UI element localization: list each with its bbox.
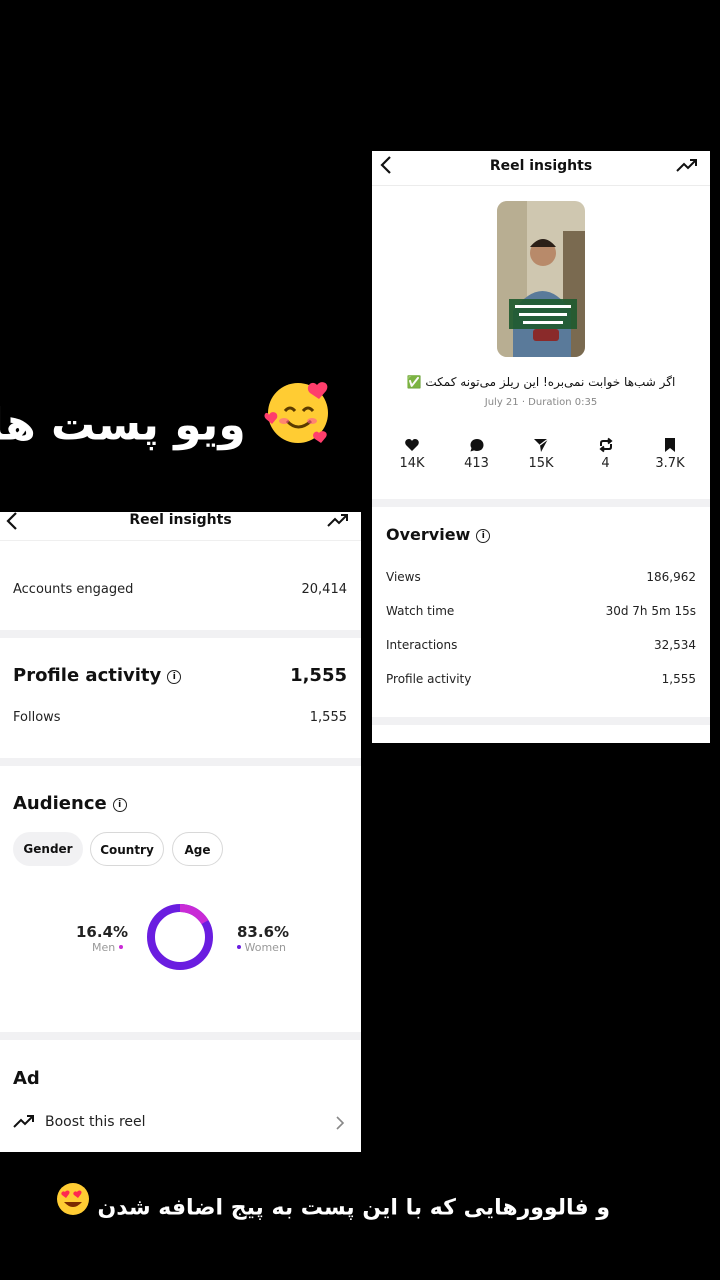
row-label: Follows <box>13 710 61 725</box>
overview-row-profile-activity: Profile activity 1,555 <box>386 672 696 692</box>
profile-activity-total: 1,555 <box>290 665 347 686</box>
overview-row-interactions: Interactions 32,534 <box>386 638 696 658</box>
smiling-face-with-hearts-icon <box>261 375 335 480</box>
likes-metric: 14K <box>382 437 442 477</box>
page-title: Reel insights <box>129 512 232 528</box>
heart-icon <box>405 439 419 451</box>
saves-metric: 3.7K <box>640 437 700 477</box>
women-label: Women <box>237 941 286 954</box>
tab-country[interactable]: Country <box>90 832 164 866</box>
reel-caption: اگر شب‌ها خوابت نمی‌بره! این ریلز می‌تون… <box>406 375 676 389</box>
engagement-metrics: 14K 413 15K 4 3.7K <box>382 437 700 477</box>
men-label: Men <box>92 941 123 954</box>
overlay-caption-bottom-text: و فالوورهایی که با این پست به پیج اضافه … <box>97 1195 610 1221</box>
section-title-text: Profile activity <box>13 665 162 686</box>
tab-gender[interactable]: Gender <box>13 832 83 866</box>
comment-icon <box>470 439 483 452</box>
row-label: Views <box>386 570 421 584</box>
row-value: 32,534 <box>654 638 696 652</box>
profile-activity-title: Profile activity i <box>13 665 182 686</box>
divider <box>0 1032 361 1040</box>
trending-icon <box>13 1115 34 1128</box>
reel-thumbnail[interactable] <box>497 201 585 357</box>
reposts-metric: 4 <box>576 437 636 477</box>
chevron-right-icon[interactable] <box>335 1115 345 1131</box>
reel-insights-card-left: Reel insights Accounts engaged 20,414 Pr… <box>0 512 361 1152</box>
overview-row-watch-time: Watch time 30d 7h 5m 15s <box>386 604 696 624</box>
share-icon <box>534 438 549 452</box>
shares-metric: 15K <box>511 437 571 477</box>
overlay-caption-bottom: و فالوورهایی که با این پست به پیج اضافه … <box>56 1182 610 1232</box>
row-value: 30d 7h 5m 15s <box>605 604 696 618</box>
boost-label: Boost this reel <box>45 1114 146 1130</box>
trending-icon[interactable] <box>327 512 349 528</box>
row-label: Profile activity <box>386 672 472 686</box>
info-icon[interactable]: i <box>112 798 127 812</box>
women-label-text: Women <box>244 941 286 954</box>
trending-icon[interactable] <box>676 157 698 173</box>
page-title: Reel insights <box>489 158 593 174</box>
comments-metric: 413 <box>447 437 507 477</box>
row-value: 1,555 <box>661 672 696 686</box>
header: Reel insights <box>372 151 710 186</box>
overview-row-views: Views 186,962 <box>386 570 696 590</box>
ad-title: Ad <box>13 1068 40 1089</box>
women-legend-dot <box>237 945 241 949</box>
section-title-text: Audience <box>13 793 107 814</box>
header: Reel insights <box>0 512 361 541</box>
bookmark-icon <box>665 438 675 452</box>
row-label: Accounts engaged <box>13 582 134 597</box>
row-label: Watch time <box>386 604 455 618</box>
men-percentage: 16.4% <box>76 923 129 941</box>
overview-section-title: Overview i <box>386 525 491 544</box>
row-value: 1,555 <box>309 710 347 725</box>
gender-donut-chart <box>147 904 213 970</box>
reel-date-duration: July 21 · Duration 0:35 <box>484 397 598 408</box>
divider <box>0 758 361 766</box>
row-value: 186,962 <box>646 570 696 584</box>
heart-eyes-icon <box>56 1182 90 1235</box>
divider <box>372 499 710 507</box>
divider <box>372 717 710 725</box>
info-icon[interactable]: i <box>167 670 182 684</box>
reel-insights-card-right: Reel insights اگر شب‌ها خوابت نمی‌بره! ا… <box>372 151 710 743</box>
women-percentage: 83.6% <box>237 923 290 941</box>
tab-age[interactable]: Age <box>172 832 223 866</box>
row-label: Interactions <box>386 638 458 652</box>
row-value: 20,414 <box>301 582 348 597</box>
overview-title-text: Overview <box>386 525 471 544</box>
info-icon[interactable]: i <box>476 529 491 543</box>
repost-icon <box>598 437 613 453</box>
men-legend-dot <box>118 945 123 949</box>
divider <box>0 630 361 638</box>
men-label-text: Men <box>92 941 116 954</box>
overlay-caption-top-text: ویو پست ها <box>0 399 246 451</box>
overlay-caption-top: ویو پست ها <box>0 375 335 465</box>
audience-title: Audience i <box>13 793 127 814</box>
boost-reel-button[interactable]: Boost this reel <box>13 1114 146 1130</box>
